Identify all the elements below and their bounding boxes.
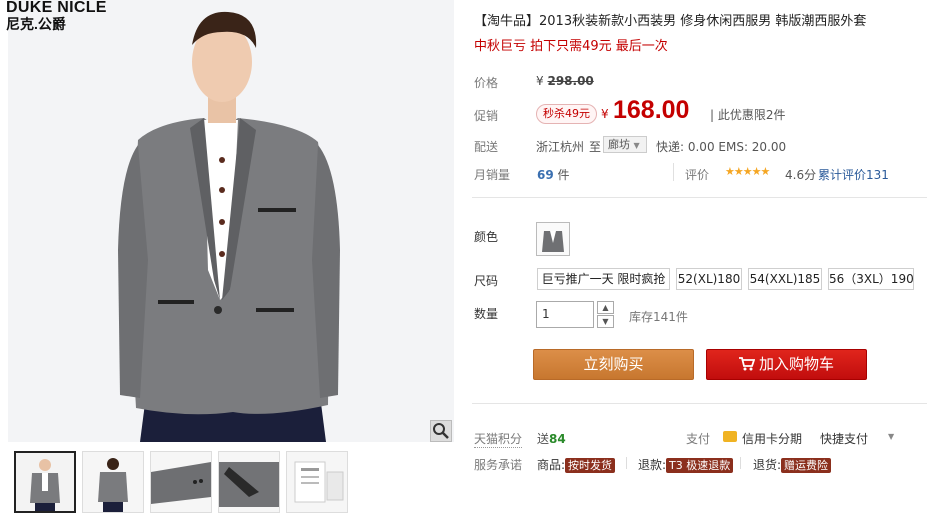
model-in-blazer-illustration xyxy=(8,0,454,442)
section-divider xyxy=(472,403,927,404)
price-label: 价格 xyxy=(474,76,499,90)
points-send-prefix: 送 xyxy=(537,432,550,446)
thumbnail-2[interactable] xyxy=(82,451,144,513)
buy-now-button[interactable]: 立刻购买 xyxy=(533,349,694,380)
monthly-sales-count: 69 xyxy=(537,168,554,182)
size-option-56[interactable]: 56（3XL）190 xyxy=(828,268,914,290)
quantity-increase-button[interactable]: ▲ xyxy=(597,301,614,314)
cart-icon xyxy=(738,357,756,371)
chevron-down-icon: ▼ xyxy=(633,141,640,150)
brand-logo: DUKE NICLE 尼克.公爵 xyxy=(6,0,107,31)
magnifier-icon xyxy=(433,423,449,439)
stock-count: 库存141件 xyxy=(629,310,688,324)
current-price: 168.00 xyxy=(613,96,690,124)
quantity-label: 数量 xyxy=(474,307,499,321)
service-goods-label: 商品: xyxy=(537,458,566,472)
service-divider xyxy=(740,457,741,469)
tmall-points: 送84 xyxy=(537,430,566,447)
brand-name-en: DUKE NICLE xyxy=(6,0,107,16)
delivery-city: 廊坊 xyxy=(608,138,630,151)
thumbnail-3[interactable] xyxy=(150,451,212,513)
payment-label: 支付 xyxy=(686,432,711,446)
thumbnail-5[interactable] xyxy=(286,451,348,513)
monthly-sales: 69 件 xyxy=(537,166,570,183)
credit-installment[interactable]: 信用卡分期 xyxy=(742,430,802,447)
chevron-up-icon: ▲ xyxy=(602,303,609,312)
quantity-input[interactable]: 1 xyxy=(536,301,594,328)
brand-name-cn: 尼克.公爵 xyxy=(6,16,66,32)
thumbnail-1[interactable] xyxy=(14,451,76,513)
stat-divider xyxy=(673,163,674,181)
main-product-image[interactable] xyxy=(8,0,454,442)
product-subtitle: 中秋巨亏 拍下只需49元 最后一次 xyxy=(474,39,668,54)
points-value: 84 xyxy=(549,432,566,446)
original-price-value: 298.00 xyxy=(547,74,594,88)
service-return: 退货: 赠运费险 xyxy=(753,456,832,473)
service-refund-label: 退款: xyxy=(638,458,667,472)
quantity-decrease-button[interactable]: ▼ xyxy=(597,315,614,328)
fast-refund-badge[interactable]: T3 极速退款 xyxy=(666,458,734,473)
add-to-cart-button[interactable]: 加入购物车 xyxy=(706,349,867,380)
quick-pay[interactable]: 快捷支付 xyxy=(820,430,868,447)
monthly-sales-label: 月销量 xyxy=(474,168,511,182)
thumbnail-4[interactable] xyxy=(218,451,280,513)
thumbnail-collar-detail xyxy=(219,452,279,512)
promo-tag: 秒杀49元 xyxy=(536,104,597,124)
thumbnail-sleeve-detail xyxy=(151,452,211,512)
promo-label: 促销 xyxy=(474,109,499,123)
chevron-down-icon[interactable]: ▼ xyxy=(888,432,894,441)
color-swatch-grey[interactable] xyxy=(536,222,570,256)
size-option-promo[interactable]: 巨亏推广一天 限时疯抢 xyxy=(537,268,670,290)
delivery-from: 浙江杭州 xyxy=(536,140,585,154)
size-option-52[interactable]: 52(XL)180 xyxy=(676,268,742,290)
review-count-link[interactable]: 累计评价131 xyxy=(818,166,889,183)
thumbnail-front-image xyxy=(16,453,74,511)
size-option-54[interactable]: 54(XXL)185 xyxy=(748,268,822,290)
service-label: 服务承诺 xyxy=(474,458,523,472)
rating-score: 4.6分 xyxy=(785,168,817,182)
size-label: 尺码 xyxy=(474,274,499,288)
product-gallery: DUKE NICLE 尼克.公爵 xyxy=(0,0,455,513)
delivery-fees: 快递: 0.00 EMS: 20.00 xyxy=(656,140,787,154)
credit-card-icon xyxy=(723,431,737,442)
rating-label: 评价 xyxy=(685,168,710,182)
delivery-city-select[interactable]: 廊坊 ▼ xyxy=(603,136,647,153)
monthly-sales-unit: 件 xyxy=(557,168,570,182)
chevron-down-icon: ▼ xyxy=(602,317,609,326)
service-divider xyxy=(626,457,627,469)
service-return-label: 退货: xyxy=(753,458,782,472)
star-rating-icon: ★★★★★ xyxy=(725,165,770,178)
thumbnail-label-detail xyxy=(287,452,347,512)
delivery-label: 配送 xyxy=(474,140,499,154)
on-time-delivery-badge[interactable]: 按时发货 xyxy=(565,458,616,473)
original-price-yen: ¥ xyxy=(536,74,544,88)
thumbnail-back-image xyxy=(83,452,143,512)
color-label: 颜色 xyxy=(474,230,499,244)
service-refund: 退款: T3 极速退款 xyxy=(638,456,734,473)
current-price-yen: ¥ xyxy=(601,107,609,121)
promo-limit: | 此优惠限2件 xyxy=(710,108,786,122)
product-title: 【淘牛品】2013秋装新款小西装男 修身休闲西服男 韩版潮西服外套 xyxy=(474,14,867,29)
add-to-cart-label: 加入购物车 xyxy=(758,355,834,373)
shipping-insurance-badge[interactable]: 赠运费险 xyxy=(781,458,832,473)
tmall-points-label[interactable]: 天猫积分 xyxy=(474,430,523,448)
grey-blazer-swatch-image xyxy=(537,223,569,255)
service-goods: 商品: 按时发货 xyxy=(537,456,616,473)
original-price: ¥ 298.00 xyxy=(536,74,594,88)
section-divider xyxy=(472,197,927,198)
zoom-button[interactable] xyxy=(430,420,452,442)
delivery-to-word: 至 xyxy=(589,140,602,154)
